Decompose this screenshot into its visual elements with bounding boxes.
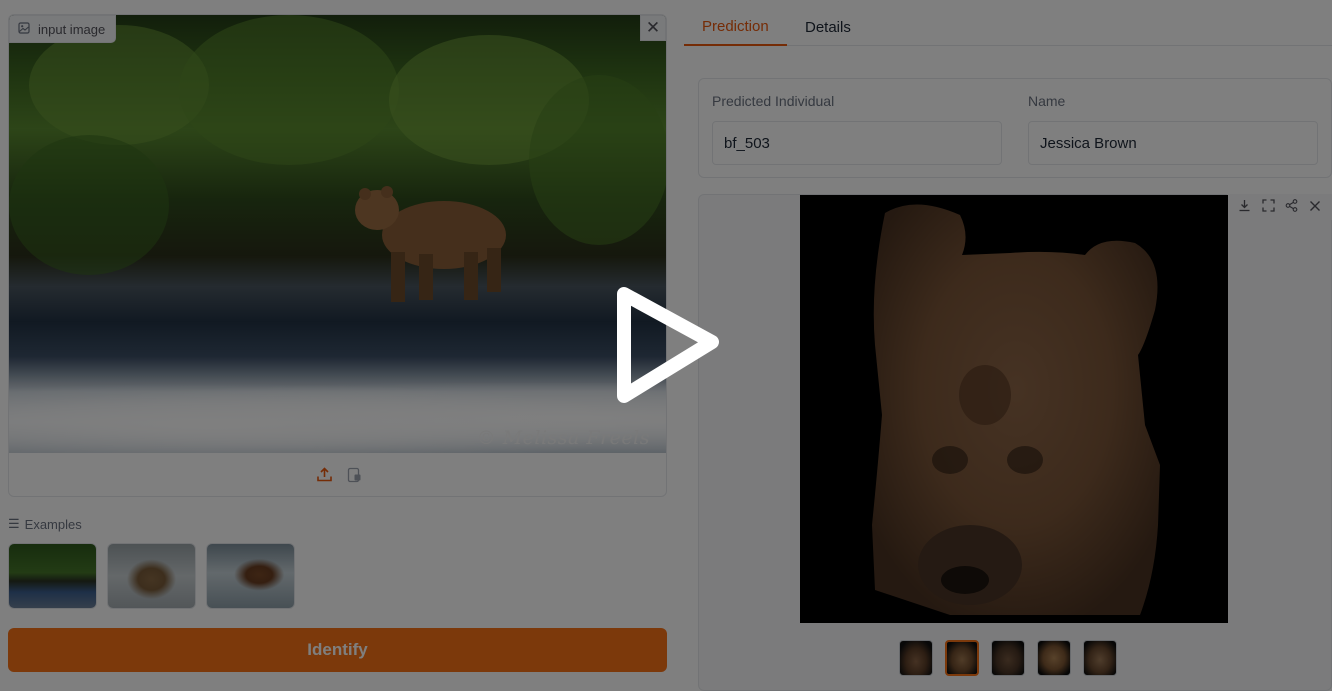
play-icon[interactable] xyxy=(612,284,728,410)
app-root: © Melissa Freels input image ✕ ☰ Example… xyxy=(0,0,1332,691)
